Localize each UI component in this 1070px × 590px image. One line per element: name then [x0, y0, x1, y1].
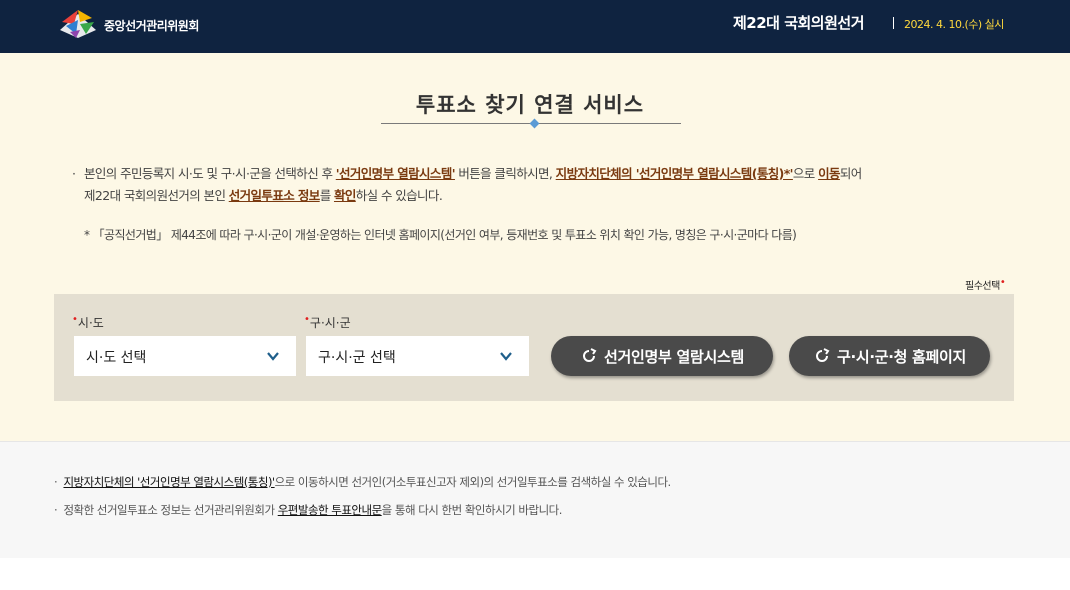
main-section: 투표소 찾기 연결 서비스 · 본인의 주민등록지 시·도 및 구·시·군을 선… — [0, 53, 1070, 441]
external-link-icon — [815, 348, 830, 362]
description-line-2: 제22대 국회의원선거의 본인 선거일투표소 정보를 확인하실 수 있습니다. — [84, 188, 443, 203]
nec-logo-icon[interactable] — [56, 8, 100, 42]
chevron-down-icon — [500, 352, 512, 361]
region-select-panel: •시·도 시·도 선택 •구·시·군 구·시·군 선택 선거인명부 열람시스템 — [54, 294, 1014, 401]
highlight-confirm: 확인 — [333, 188, 356, 203]
footer-note-2: · 정확한 선거일투표소 정보는 선거관리위원회가 우편발송한 투표안내문을 통… — [54, 503, 562, 517]
header-divider — [893, 17, 894, 29]
required-label: 필수선택• — [965, 277, 1006, 292]
title-diamond-ornament — [529, 118, 540, 129]
required-marker: • — [999, 277, 1006, 288]
highlight-polling-info: 선거일투표소 정보 — [228, 188, 321, 203]
chevron-down-icon — [267, 352, 279, 361]
gusigun-label: •구·시·군 — [304, 314, 351, 330]
sido-label: •시·도 — [72, 314, 104, 330]
external-link-icon — [583, 348, 597, 362]
site-header: 중앙선거관리위원회 제22대 국회의원선거 2024. 4. 10.(수) 실시 — [0, 0, 1070, 53]
gusigun-select[interactable]: 구·시·군 선택 — [306, 336, 529, 376]
highlight-move: 이동 — [818, 166, 840, 181]
election-date: 2024. 4. 10.(수) 실시 — [904, 18, 1004, 31]
page-title: 투표소 찾기 연결 서비스 — [415, 93, 645, 117]
footer-notes: · 지방자치단체의 '선거인명부 열람시스템(통칭)'으로 이동하시면 선거인(… — [0, 441, 1070, 558]
election-title: 제22대 국회의원선거 — [733, 14, 865, 32]
law-footnote: * 「공직선거법」 제44조에 따라 구·시·군이 개설·운영하는 인터넷 홈페… — [84, 228, 797, 242]
local-system-link: 지방자치단체의 '선거인명부 열람시스템(통칭)' — [63, 475, 275, 489]
local-government-homepage-label: 구·시·군·청 홈페이지 — [836, 347, 967, 366]
voter-register-system-label: 선거인명부 열람시스템 — [604, 347, 744, 366]
service-description: · 본인의 주민등록지 시·도 및 구·시·군을 선택하신 후 '선거인명부 열… — [72, 163, 1032, 207]
sido-select-value: 시·도 선택 — [86, 350, 147, 366]
description-line-1: 본인의 주민등록지 시·도 및 구·시·군을 선택하신 후 '선거인명부 열람시… — [84, 166, 862, 181]
gusigun-select-value: 구·시·군 선택 — [318, 350, 396, 366]
footer-note-1: · 지방자치단체의 '선거인명부 열람시스템(통칭)'으로 이동하시면 선거인(… — [54, 475, 671, 489]
local-government-homepage-button[interactable]: 구·시·군·청 홈페이지 — [789, 336, 990, 376]
org-name: 중앙선거관리위원회 — [104, 19, 199, 33]
sido-select[interactable]: 시·도 선택 — [74, 336, 296, 376]
bullet-marker: · — [72, 166, 76, 181]
highlight-local-system: 지방자치단체의 '선거인명부 열람시스템(통칭)*' — [555, 166, 794, 181]
mailed-notice-text: 우편발송한 투표안내문 — [277, 503, 382, 517]
highlight-register-system: '선거인명부 열람시스템' — [335, 166, 456, 181]
voter-register-system-button[interactable]: 선거인명부 열람시스템 — [551, 336, 773, 376]
